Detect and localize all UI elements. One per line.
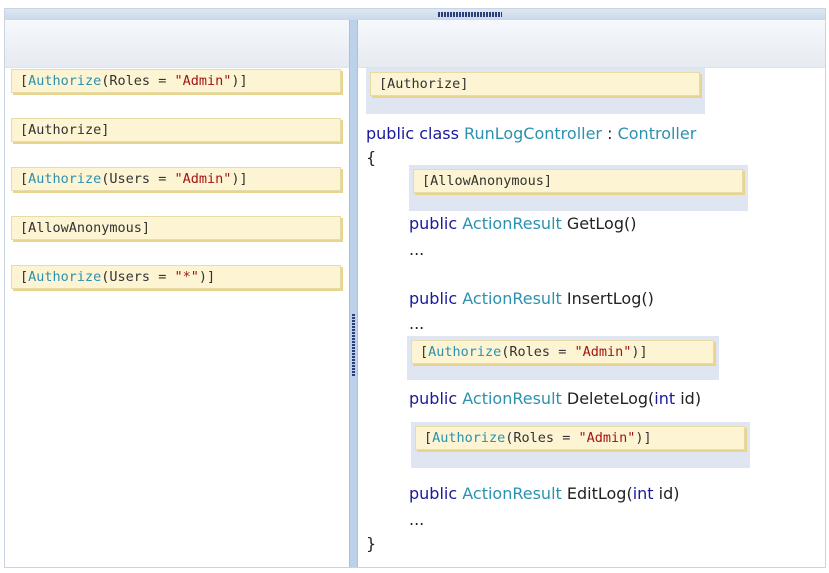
answer-area-header — [358, 20, 825, 68]
close-brace: } — [366, 534, 377, 553]
keyword-int: int — [632, 484, 654, 503]
ellipsis-3: ... — [409, 510, 425, 529]
placed-tile-authorize-roles-admin-2[interactable]: [Authorize(Roles = "Admin")] — [415, 426, 745, 450]
attribute-text: [Authorize] — [20, 122, 110, 138]
method-getlog: public ActionResult GetLog() — [409, 214, 636, 234]
drop-target-getlog-attribute[interactable]: [AllowAnonymous] — [409, 165, 748, 211]
attribute-args: (Roles = — [505, 430, 579, 446]
ellipsis-2: ... — [409, 314, 425, 333]
ellipsis-1: ... — [409, 240, 425, 259]
keyword-public: public — [409, 389, 458, 408]
open-brace: { — [366, 148, 377, 167]
method-editlog: public ActionResult EditLog(int id) — [409, 484, 679, 504]
bracket: [ — [20, 269, 29, 285]
bracket-close: )] — [635, 430, 652, 446]
bracket: [ — [424, 430, 433, 446]
attribute-name: Authorize — [428, 344, 502, 360]
horizontal-grip-handle[interactable] — [438, 12, 502, 17]
choice-tile-authorize-users-admin[interactable]: [Authorize(Users = "Admin")] — [11, 167, 341, 191]
choice-tile-authorize-users-star[interactable]: [Authorize(Users = "*")] — [11, 265, 341, 289]
keyword-class: class — [419, 124, 459, 143]
method-param: id) — [675, 389, 702, 408]
keyword-public: public — [409, 289, 458, 308]
bracket: [ — [20, 73, 29, 89]
attribute-string: "Admin" — [574, 344, 632, 360]
attribute-args: (Roles = — [101, 73, 175, 89]
top-bar — [5, 9, 825, 20]
drop-target-class-attribute[interactable]: [Authorize] — [366, 68, 705, 114]
colon: : — [607, 124, 613, 143]
attribute-args: (Users = — [101, 171, 175, 187]
bracket-close: )] — [231, 171, 248, 187]
bracket: [ — [20, 171, 29, 187]
attribute-string: "Admin" — [578, 430, 636, 446]
bracket: [ — [420, 344, 429, 360]
keyword-public: public — [409, 484, 458, 503]
class-declaration: public class RunLogController : Controll… — [366, 124, 696, 144]
return-type: ActionResult — [462, 214, 562, 233]
attribute-name: Authorize — [28, 73, 102, 89]
return-type: ActionResult — [462, 289, 562, 308]
attribute-args: (Users = — [101, 269, 175, 285]
method-param: id) — [653, 484, 680, 503]
keyword-public: public — [366, 124, 415, 143]
class-name: RunLogController — [464, 124, 603, 143]
return-type: ActionResult — [462, 389, 562, 408]
drop-target-editlog-attribute[interactable]: [Authorize(Roles = "Admin")] — [411, 422, 750, 468]
method-name: EditLog( — [566, 484, 633, 503]
placed-tile-authorize-roles-admin[interactable]: [Authorize(Roles = "Admin")] — [411, 340, 714, 364]
bracket-close: )] — [198, 269, 216, 285]
attribute-string: "Admin" — [174, 73, 232, 89]
drop-target-deletelog-attribute[interactable]: [Authorize(Roles = "Admin")] — [407, 336, 719, 380]
attribute-string: "Admin" — [174, 171, 232, 187]
method-name: InsertLog() — [566, 289, 654, 308]
placed-tile-allowanonymous[interactable]: [AllowAnonymous] — [413, 169, 743, 193]
keyword-int: int — [654, 389, 676, 408]
method-insertlog: public ActionResult InsertLog() — [409, 289, 654, 309]
choice-tile-allowanonymous[interactable]: [AllowAnonymous] — [11, 216, 341, 240]
method-name: GetLog() — [566, 214, 637, 233]
bracket-close: )] — [631, 344, 648, 360]
keyword-public: public — [409, 214, 458, 233]
pane-splitter[interactable] — [349, 20, 358, 567]
attribute-text: [AllowAnonymous] — [422, 173, 553, 189]
attribute-name: Authorize — [28, 269, 102, 285]
placed-tile-authorize[interactable]: [Authorize] — [370, 72, 700, 96]
attribute-text: [Authorize] — [379, 76, 469, 92]
attribute-name: Authorize — [432, 430, 506, 446]
vertical-grip-handle[interactable] — [352, 314, 355, 376]
attribute-string: "*" — [174, 269, 199, 285]
choice-tile-authorize-roles-admin[interactable]: [Authorize(Roles = "Admin")] — [11, 69, 341, 93]
answer-choices-header — [5, 20, 349, 68]
return-type: ActionResult — [462, 484, 562, 503]
base-class-name: Controller — [617, 124, 697, 143]
attribute-name: Authorize — [28, 171, 102, 187]
bracket-close: )] — [231, 73, 248, 89]
method-deletelog: public ActionResult DeleteLog(int id) — [409, 389, 701, 409]
attribute-args: (Roles = — [501, 344, 575, 360]
method-name: DeleteLog( — [566, 389, 655, 408]
attribute-text: [AllowAnonymous] — [20, 220, 151, 236]
choice-tile-authorize[interactable]: [Authorize] — [11, 118, 341, 142]
